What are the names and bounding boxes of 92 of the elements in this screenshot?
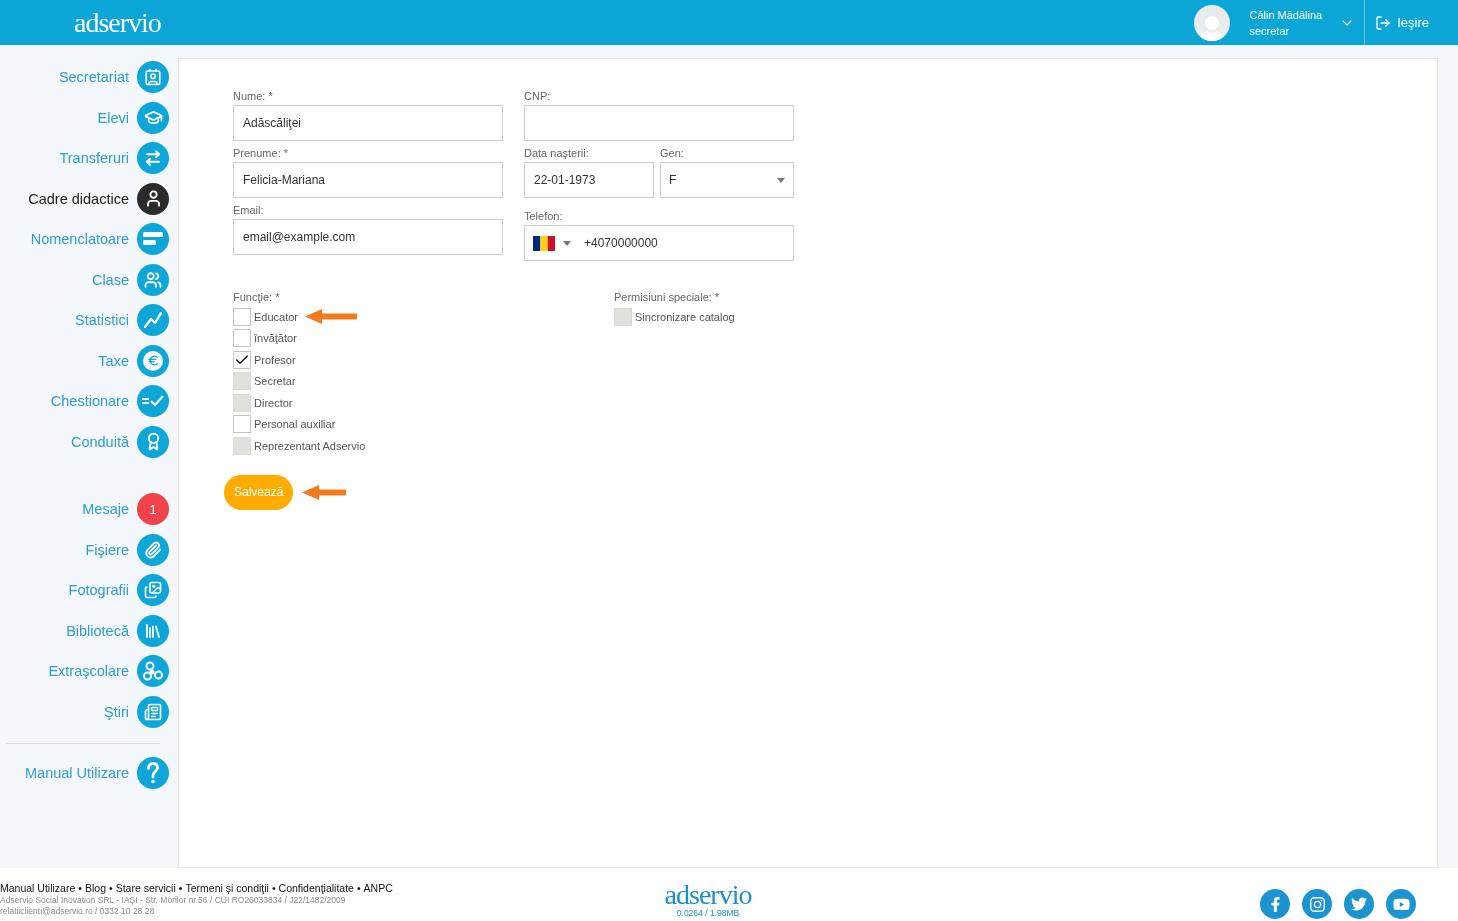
field-label: Gen: <box>660 146 685 160</box>
sidebar-item[interactable]: Manual Utilizare <box>0 753 178 794</box>
swap-arrows-icon <box>137 142 169 175</box>
checkbox[interactable] <box>233 307 251 326</box>
footer-link[interactable]: ANPC <box>363 882 393 895</box>
field-label: Nume: * <box>233 89 274 103</box>
link-separator: • <box>78 882 82 895</box>
gender-select[interactable]: F <box>660 162 794 198</box>
checkbox-label: Profesor <box>254 353 296 366</box>
books-icon <box>137 614 169 647</box>
line-chart-icon <box>137 304 169 337</box>
user-name: Călin Mădălina <box>1249 7 1323 23</box>
flag-icon <box>533 235 555 251</box>
help-icon <box>137 757 169 790</box>
caret-icon <box>777 177 785 183</box>
field-label: Email: <box>233 203 265 217</box>
user-role: secretar <box>1249 23 1291 39</box>
youtube-icon[interactable] <box>1386 889 1416 919</box>
date-field[interactable]: 22-01-1973 <box>524 162 654 198</box>
footer-link[interactable]: Stare servicii <box>115 882 176 895</box>
link-separator: • <box>178 882 183 895</box>
checkbox-label: Secretar <box>254 375 296 388</box>
logout-icon <box>1375 14 1392 31</box>
checkbox-label: Director <box>254 396 293 409</box>
checkbox-label: Sincronizare catalog <box>635 310 735 323</box>
footer-link[interactable]: Blog <box>84 882 106 895</box>
phone-field[interactable]: +4070000000 <box>524 225 794 261</box>
checkbox[interactable] <box>233 415 251 434</box>
caret-icon <box>563 240 571 246</box>
sidebar-item[interactable]: Statistici <box>0 300 178 341</box>
sidebar-item[interactable]: Fotografii <box>0 570 178 611</box>
paperclip-icon <box>137 533 169 566</box>
link-separator: • <box>356 882 361 895</box>
rings-icon <box>137 655 169 688</box>
email-field[interactable]: email@example.com <box>233 219 503 255</box>
field-label: Telefon: <box>524 209 564 223</box>
checkbox[interactable] <box>233 329 251 348</box>
graduation-cap-icon <box>137 101 169 134</box>
sidebar-item[interactable]: Extraşcolare <box>0 651 178 692</box>
field-label: Permisiuni speciale: * <box>614 290 721 304</box>
sidebar-item[interactable]: Fişiere <box>0 529 178 570</box>
contact-card-icon <box>137 61 169 94</box>
award-icon <box>137 425 169 458</box>
text-field[interactable]: Felicia-Mariana <box>233 162 503 198</box>
sidebar-item[interactable]: Nomenclatoare <box>0 219 178 260</box>
sidebar-item[interactable]: Secretariat <box>0 57 178 98</box>
save-button[interactable]: Salvează <box>224 474 294 510</box>
link-separator: • <box>271 882 276 895</box>
unread-count: 1 <box>137 493 169 526</box>
text-field[interactable]: Adăscăliţei <box>233 105 503 141</box>
footer-link[interactable]: Confidenţialitate <box>278 882 354 895</box>
contact-info: relatiiclienti@adservio.ro / 0332 10 28 28 <box>0 906 156 917</box>
sidebar-item[interactable]: Ştiri <box>0 691 178 732</box>
checkbox-label: Personal auxiliar <box>254 418 336 431</box>
sidebar-item[interactable]: Taxe <box>0 340 178 381</box>
text-field[interactable] <box>524 105 794 141</box>
twitter-icon[interactable] <box>1344 889 1374 919</box>
footer-logo[interactable]: adservio <box>664 882 752 908</box>
newspaper-icon <box>137 695 169 728</box>
field-label: Prenume: * <box>233 146 290 160</box>
person-icon <box>137 182 169 215</box>
logout-link[interactable]: Ieşire <box>1365 14 1458 31</box>
company-info: Adservio Social Inovation SRL - IAŞI - Str. Morilor nr.56 / CUI RO26033834 / J22/1482/2009 <box>0 895 347 906</box>
sidebar-item[interactable]: Conduită <box>0 421 178 462</box>
link-separator: • <box>109 882 113 895</box>
sidebar-item[interactable]: Elevi <box>0 97 178 138</box>
footer-link[interactable]: Manual Utilizare <box>0 882 76 895</box>
logo[interactable]: adservio <box>74 9 161 36</box>
field-label: Data naşterii: <box>524 146 590 160</box>
euro-icon <box>137 344 169 377</box>
checkbox[interactable] <box>233 350 251 369</box>
photos-icon <box>137 574 169 607</box>
country-select[interactable] <box>533 235 571 251</box>
sidebar-item[interactable]: Mesaje 1 <box>0 489 178 530</box>
sidebar-item[interactable]: Clase <box>0 259 178 300</box>
footer-link[interactable]: Termeni şi condiţii <box>185 882 269 895</box>
sidebar-item[interactable]: Chestionare <box>0 381 178 422</box>
checklist-icon <box>137 385 169 418</box>
people-icon <box>137 263 169 296</box>
sidebar-item[interactable]: Cadre didactice <box>0 178 178 219</box>
bars-icon <box>137 223 169 256</box>
page-stats: 0.0264 / 1.98MB <box>676 908 740 919</box>
instagram-icon[interactable] <box>1302 889 1332 919</box>
checkbox-label: Educator <box>254 310 299 323</box>
sidebar-item[interactable]: Transferuri <box>0 138 178 179</box>
avatar-icon <box>1194 4 1231 41</box>
checkbox-label: Reprezentant Adservio <box>254 439 366 452</box>
facebook-icon[interactable] <box>1260 889 1290 919</box>
field-label: CNP: <box>524 89 552 103</box>
checkbox-label: învăţător <box>254 332 297 345</box>
sidebar-item[interactable]: Bibliotecă <box>0 610 178 651</box>
field-label: Funcţie: * <box>233 290 281 304</box>
